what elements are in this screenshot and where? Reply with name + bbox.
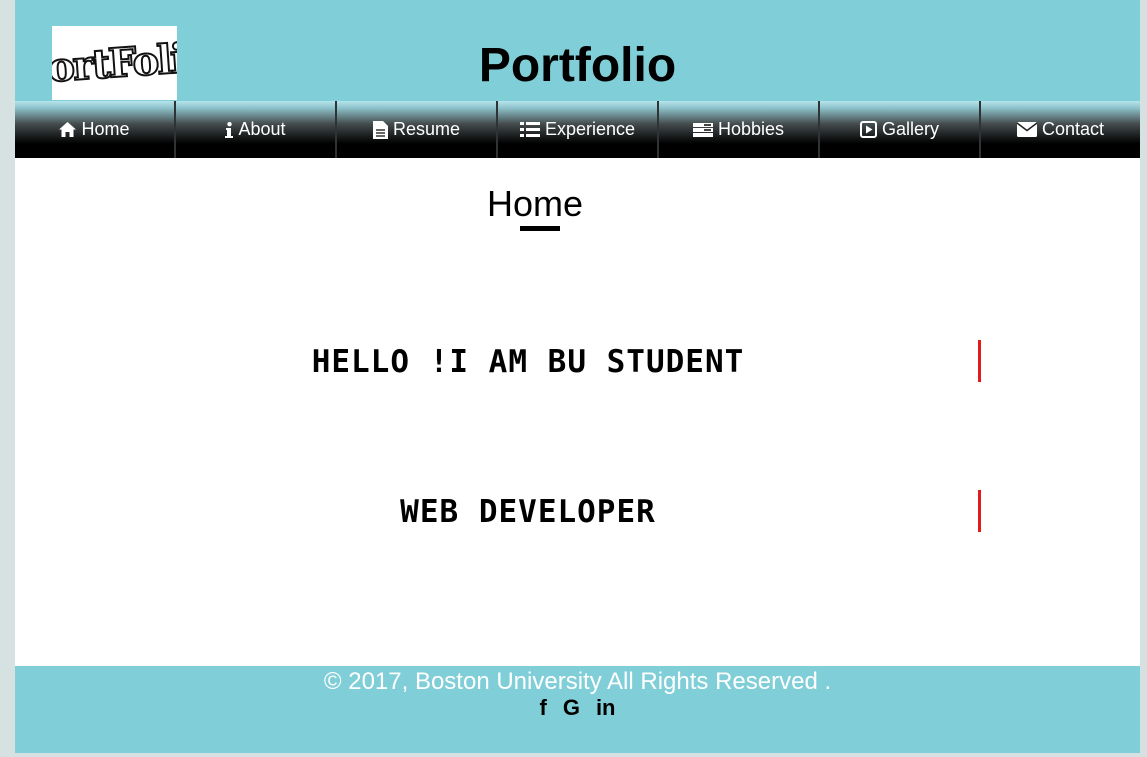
nav-item-experience[interactable]: Experience [498, 101, 659, 158]
copyright-text: © 2017, Boston University All Rights Res… [323, 668, 832, 695]
document-icon [372, 120, 388, 139]
nav-item-label: Resume [392, 119, 461, 139]
nav-item-about[interactable]: About [176, 101, 337, 158]
nav-item-resume[interactable]: Resume [337, 101, 498, 158]
site-footer: © 2017, Boston University All Rights Res… [15, 666, 1140, 753]
home-icon [59, 122, 77, 137]
nav-item-contact[interactable]: Contact [981, 101, 1140, 158]
facebook-icon[interactable]: f [539, 695, 546, 720]
typing-cursor [978, 490, 981, 532]
nav-item-label: Experience [544, 119, 636, 139]
envelope-icon [1016, 122, 1037, 137]
social-links: f G in [15, 695, 1140, 720]
typed-line-greeting: HELLO !I AM BU STUDENT [311, 344, 745, 380]
title-underline [520, 226, 560, 231]
site-title: Portfolio [478, 39, 677, 92]
nav-item-label: Hobbies [717, 119, 785, 139]
nav-item-hobbies[interactable]: Hobbies [659, 101, 820, 158]
google-icon[interactable]: G [563, 695, 580, 720]
list-icon [519, 122, 540, 137]
main-nav: Home About Resume Experience Hobbies Gal… [15, 101, 1140, 158]
nav-item-label: Contact [1041, 119, 1105, 139]
typing-cursor [978, 340, 981, 382]
nav-item-label: Gallery [881, 119, 939, 139]
linkedin-icon[interactable]: in [596, 695, 616, 720]
play-icon [859, 121, 877, 138]
nav-item-label: Home [81, 119, 130, 139]
typed-line-role: WEB DEVELOPER [400, 494, 656, 530]
nav-item-home[interactable]: Home [15, 101, 176, 158]
page: PortFolio Portfolio Home About Resume Ex… [15, 0, 1140, 753]
hobbies-icon [692, 122, 713, 137]
section-title: Home [486, 183, 584, 224]
nav-item-gallery[interactable]: Gallery [820, 101, 981, 158]
nav-item-label: About [238, 119, 286, 139]
site-header: PortFolio Portfolio [15, 0, 1140, 101]
info-icon [225, 121, 234, 138]
